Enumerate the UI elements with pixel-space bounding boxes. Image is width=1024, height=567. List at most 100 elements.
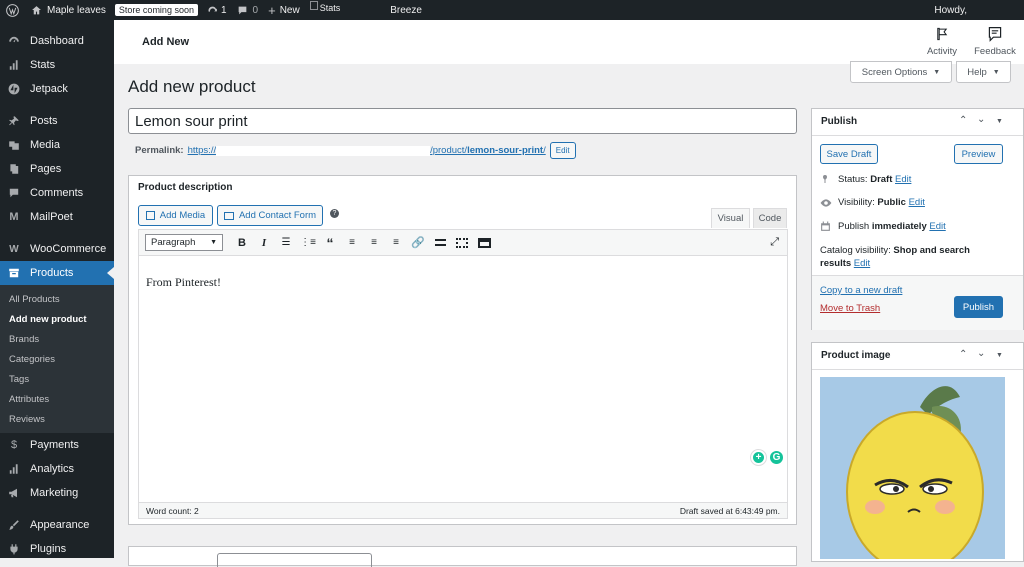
updates-link[interactable]: 1 [202,0,232,20]
feedback-button[interactable]: Feedback [972,26,1018,57]
tab-code[interactable]: Code [753,208,787,228]
add-contact-form-button[interactable]: Add Contact Form [217,205,323,226]
grammarly-icon[interactable]: G [768,449,785,466]
sidebar-item-stats[interactable]: Stats [0,53,114,77]
admin-bar: Maple leaves Store coming soon 1 0 + New… [0,0,1024,20]
sidebar-item-marketing[interactable]: Marketing [0,481,114,505]
caret-down-icon[interactable]: ▼ [996,352,1003,359]
site-name-link[interactable]: Maple leaves [26,0,111,20]
product-image-thumbnail[interactable] [820,377,1005,559]
editor-content[interactable]: From Pinterest! [146,275,221,290]
sidebar-item-plugins[interactable]: Plugins [0,537,114,561]
sidebar-item-pages[interactable]: Pages [0,157,114,181]
visibility-edit-link[interactable]: Edit [909,197,925,208]
align-right-icon[interactable]: ≡ [385,237,407,248]
permalink-edit-button[interactable]: Edit [549,142,576,159]
help-question-icon[interactable]: ? [330,209,339,218]
my-account-link[interactable]: Howdy, [929,0,972,20]
sidebar-item-label: Payments [30,439,79,451]
submenu-tags[interactable]: Tags [0,369,114,389]
align-center-icon[interactable]: ≡ [363,237,385,248]
publish-box: Publish ⌃ ⌄ ▼ Save Draft Preview Status:… [811,108,1024,330]
sidebar-item-label: Products [30,267,74,279]
chevron-down-icon: ▼ [210,239,217,246]
submenu-add-new-product[interactable]: Add new product [0,309,114,329]
sidebar-item-comments[interactable]: Comments [0,181,114,205]
box-title: Product description [138,182,233,193]
sidebar-item-woocommerce[interactable]: W WooCommerce [0,237,114,261]
publish-date-label: Publish [838,221,870,232]
move-to-trash-link[interactable]: Move to Trash [820,303,880,314]
permalink-link[interactable]: https:// /product/lemon-sour-print / [188,145,546,156]
format-select[interactable]: Paragraph ▼ [145,234,223,251]
comments-link[interactable]: 0 [232,0,264,20]
bold-icon[interactable]: B [231,237,253,249]
bullet-list-icon[interactable]: ☰ [275,237,297,248]
submenu-categories[interactable]: Categories [0,349,114,369]
caret-down-icon[interactable]: ▼ [996,118,1003,125]
catalog-edit-link[interactable]: Edit [854,258,870,269]
toolbar-toggle-icon[interactable] [451,237,473,248]
copy-to-draft-link[interactable]: Copy to a new draft [820,285,902,296]
sidebar-item-mailpoet[interactable]: M MailPoet [0,205,114,229]
sidebar-item-label: WooCommerce [30,243,107,255]
numbered-list-icon[interactable]: ⋮≡ [297,237,319,248]
comment-icon [8,187,20,199]
keyboard-icon[interactable] [473,237,495,248]
store-coming-soon-badge[interactable]: Store coming soon [114,4,198,16]
new-content-link[interactable]: + New [263,0,305,20]
sidebar-item-posts[interactable]: Posts [0,109,114,133]
save-draft-button[interactable]: Save Draft [820,144,878,164]
status-value: Draft [870,173,893,185]
chevron-up-icon[interactable]: ⌃ [959,349,967,360]
chevron-down-icon[interactable]: ⌄ [977,114,985,125]
sidebar-item-media[interactable]: Media [0,133,114,157]
stats-link[interactable]: Stats [305,0,346,20]
product-title-input[interactable]: Lemon sour print [128,108,797,134]
read-more-icon[interactable] [429,239,451,246]
media-icon [8,139,20,151]
blockquote-icon[interactable]: “ [319,235,341,251]
submenu-brands[interactable]: Brands [0,329,114,349]
sidebar-item-appearance[interactable]: Appearance [0,513,114,537]
sidebar-item-payments[interactable]: $ Payments [0,433,114,457]
pin-icon [820,173,832,185]
submenu-reviews[interactable]: Reviews [0,409,114,429]
add-media-button[interactable]: Add Media [138,205,213,226]
publish-button[interactable]: Publish [954,296,1003,318]
comment-icon [238,6,246,14]
editor-status-bar: Word count: 2 Draft saved at 6:43:49 pm. [139,502,787,518]
status-edit-link[interactable]: Edit [895,174,911,185]
sidebar-item-label: Media [30,139,60,151]
plus-circle-icon[interactable]: + [750,449,767,466]
italic-icon[interactable]: I [253,237,275,249]
chevron-up-icon[interactable]: ⌃ [959,115,967,126]
tab-visual[interactable]: Visual [711,208,750,228]
breeze-link[interactable]: Breeze [385,0,427,20]
sidebar-item-dashboard[interactable]: Dashboard [0,29,114,53]
catalog-label: Catalog visibility: [820,245,891,256]
chevron-down-icon[interactable]: ⌄ [977,348,985,359]
screen-options-button[interactable]: Screen Options ▼ [850,61,952,83]
sidebar-item-products[interactable]: Products [0,261,114,285]
sidebar-item-label: Posts [30,115,58,127]
sidebar-item-jetpack[interactable]: Jetpack [0,77,114,101]
submenu-all-products[interactable]: All Products [0,289,114,309]
submenu-attributes[interactable]: Attributes [0,389,114,409]
fullscreen-icon[interactable]: ⤢ [770,236,779,249]
activity-button[interactable]: Activity [922,26,962,57]
comments-count: 0 [252,4,259,16]
payments-icon: $ [10,439,18,451]
align-left-icon[interactable]: ≡ [341,237,363,248]
link-icon[interactable]: 🔗 [407,236,429,249]
wordpress-logo-icon[interactable] [0,0,26,20]
permalink-row: Permalink: https:// /product/lemon-sour-… [135,142,576,159]
help-button[interactable]: Help ▼ [956,61,1011,83]
add-media-icon [145,211,155,220]
jetpack-icon [8,83,20,95]
publish-date-edit-link[interactable]: Edit [929,221,945,232]
sidebar-item-analytics[interactable]: Analytics [0,457,114,481]
product-type-select[interactable] [217,553,372,567]
preview-button[interactable]: Preview [954,144,1003,164]
caret-down-icon: ▼ [992,68,1000,76]
